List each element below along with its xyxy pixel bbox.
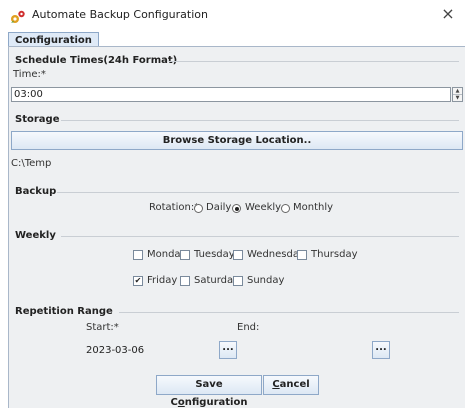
section-divider (61, 236, 459, 237)
backup-section-title: Backup (15, 186, 57, 197)
start-date-input[interactable] (84, 343, 214, 358)
schedule-section-title: Schedule Times(24h Format) (15, 55, 178, 66)
start-label: Start:* (86, 322, 119, 333)
checkbox-saturday[interactable] (180, 276, 190, 286)
time-input[interactable] (11, 87, 451, 102)
dialog-window: Automate Backup Configuration × Configur… (0, 0, 465, 408)
checkbox-monday[interactable] (133, 250, 143, 260)
end-date-input[interactable] (240, 343, 370, 358)
checkbox-friday[interactable]: ✔ (133, 276, 143, 286)
section-divider (119, 312, 459, 313)
radio-weekly-label: Weekly (245, 202, 282, 213)
checkbox-thursday-label: Thursday (311, 249, 358, 260)
checkbox-sunday[interactable] (233, 276, 243, 286)
radio-daily-label: Daily (206, 202, 232, 213)
cancel-button-label-post: ancel (279, 379, 310, 390)
radio-daily[interactable] (194, 204, 203, 213)
storage-path: C:\Temp (11, 158, 52, 169)
checkbox-sunday-label: Sunday (247, 275, 285, 286)
configuration-panel: Schedule Times(24h Format) Time:* ▲ ▼ St… (8, 46, 465, 408)
spinner-up-icon[interactable]: ▲ (453, 88, 462, 95)
gear-icon (10, 9, 26, 23)
tab-bar: Configuration (0, 30, 465, 47)
rotation-label: Rotation:* (149, 202, 200, 213)
section-divider (61, 120, 459, 121)
storage-section-title: Storage (15, 114, 60, 125)
checkbox-friday-label: Friday (147, 275, 178, 286)
end-label: End: (237, 322, 260, 333)
section-divider (169, 61, 459, 62)
radio-weekly[interactable] (232, 204, 241, 213)
save-button-label-post: nfiguration (184, 397, 248, 408)
radio-monthly-label: Monthly (293, 202, 334, 213)
checkbox-thursday[interactable] (297, 250, 307, 260)
time-spinner[interactable]: ▲ ▼ (452, 87, 463, 102)
title-bar: Automate Backup Configuration × (0, 0, 465, 30)
cancel-button[interactable]: Cancel (263, 375, 319, 395)
radio-monthly[interactable] (281, 204, 290, 213)
section-divider (57, 192, 459, 193)
time-label: Time:* (13, 69, 46, 80)
spinner-down-icon[interactable]: ▼ (453, 95, 462, 101)
checkbox-tuesday-label: Tuesday (194, 249, 235, 260)
weekly-section-title: Weekly (15, 230, 56, 241)
close-icon[interactable]: × (437, 4, 459, 24)
save-configuration-button[interactable]: Save Configuration (156, 375, 262, 408)
window-title: Automate Backup Configuration (32, 8, 208, 21)
tab-configuration[interactable]: Configuration (8, 32, 99, 47)
checkbox-wednesday[interactable] (233, 250, 243, 260)
save-button-mnemonic: o (177, 397, 185, 408)
start-date-picker-button[interactable]: ... (219, 341, 237, 359)
repetition-section-title: Repetition Range (15, 306, 113, 317)
cancel-button-mnemonic: C (272, 379, 280, 390)
checkbox-tuesday[interactable] (180, 250, 190, 260)
browse-storage-button[interactable]: Browse Storage Location.. (11, 131, 463, 150)
end-date-picker-button[interactable]: ... (372, 341, 390, 359)
